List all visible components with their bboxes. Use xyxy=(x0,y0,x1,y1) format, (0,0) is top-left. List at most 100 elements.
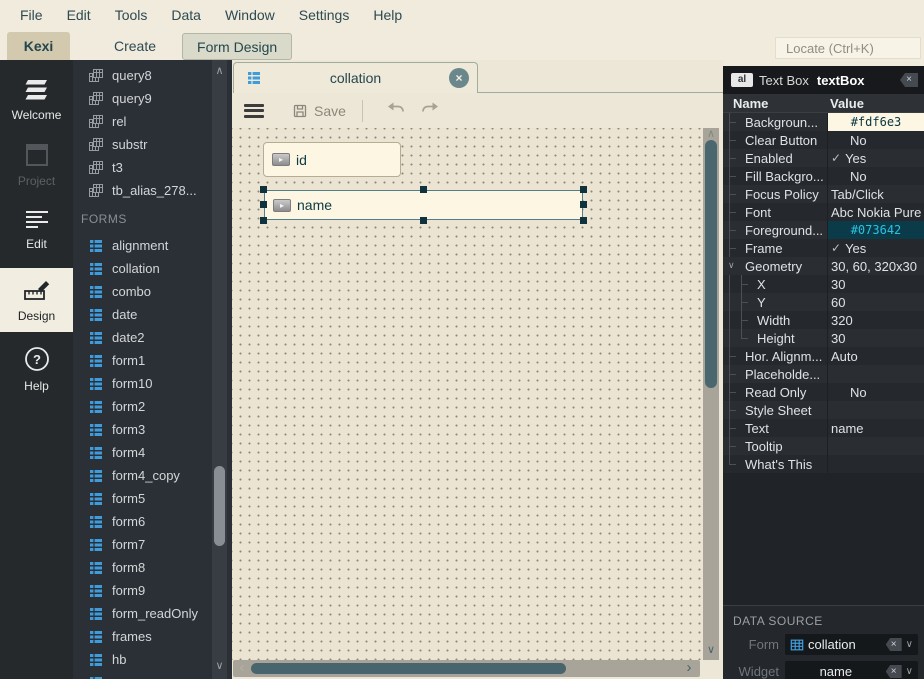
chevron-down-icon[interactable] xyxy=(906,666,915,677)
navigator-item-form[interactable]: date2 xyxy=(73,326,232,349)
property-row[interactable]: Height 30 xyxy=(723,329,924,347)
property-row[interactable]: Read Only No xyxy=(723,383,924,401)
property-value[interactable]: No xyxy=(827,167,924,185)
property-value[interactable]: #073642 xyxy=(827,221,924,239)
navigator-item-form[interactable]: alignment xyxy=(73,234,232,257)
chevron-down-icon[interactable] xyxy=(906,639,915,650)
locate-input[interactable] xyxy=(775,37,921,59)
property-row[interactable]: Width 320 xyxy=(723,311,924,329)
navigator-item-form[interactable] xyxy=(73,671,232,679)
navigator-item-form[interactable]: combo xyxy=(73,280,232,303)
property-row[interactable]: Backgroun... #fdf6e3 xyxy=(723,113,924,131)
rail-item-edit[interactable]: Edit xyxy=(0,203,73,258)
menu-item[interactable]: Tools xyxy=(103,2,160,28)
widget-datasource-combo[interactable]: name xyxy=(785,661,918,679)
property-row[interactable]: Frame Yes xyxy=(723,239,924,257)
property-value[interactable]: Tab/Click xyxy=(827,185,924,203)
property-row[interactable]: Clear Button No xyxy=(723,131,924,149)
scroll-up-icon[interactable] xyxy=(703,128,719,140)
scroll-left-icon[interactable] xyxy=(235,660,249,677)
redo-icon[interactable] xyxy=(413,101,449,121)
property-value[interactable]: 30, 60, 320x30 xyxy=(827,257,924,275)
navigator-item-form[interactable]: form4_copy xyxy=(73,464,232,487)
object-name-input[interactable]: textBox xyxy=(817,73,900,88)
navigator-item-form[interactable]: frames xyxy=(73,625,232,648)
navigator-item-query[interactable]: rel xyxy=(73,110,232,133)
canvas-horizontal-scrollbar[interactable] xyxy=(233,660,700,677)
menu-hamburger-icon[interactable] xyxy=(244,104,264,118)
property-row[interactable]: Style Sheet xyxy=(723,401,924,419)
property-value[interactable]: Auto xyxy=(827,347,924,365)
property-value[interactable]: 30 xyxy=(827,329,924,347)
navigator-item-form[interactable]: form8 xyxy=(73,556,232,579)
navigator-item-form[interactable]: form9 xyxy=(73,579,232,602)
navigator-item-query[interactable]: tb_alias_278... xyxy=(73,179,232,202)
navigator-item-form[interactable]: form7 xyxy=(73,533,232,556)
navigator-item-form[interactable]: form2 xyxy=(73,395,232,418)
property-row[interactable]: Y 60 xyxy=(723,293,924,311)
rail-item-help[interactable]: ? Help xyxy=(0,342,73,397)
navigator-item-form[interactable]: form_readOnly xyxy=(73,602,232,625)
scroll-right-icon[interactable] xyxy=(682,660,696,677)
navigator-item-query[interactable]: query9 xyxy=(73,87,232,110)
property-row[interactable]: Focus Policy Tab/Click xyxy=(723,185,924,203)
property-row[interactable]: Fill Backgro... No xyxy=(723,167,924,185)
clear-icon[interactable] xyxy=(886,665,902,678)
textbox-widget-name-selected[interactable]: name xyxy=(264,190,583,220)
property-value[interactable]: 60 xyxy=(827,293,924,311)
resize-handle[interactable] xyxy=(420,186,427,193)
navigator-item-form[interactable]: form3 xyxy=(73,418,232,441)
navigator-item-form[interactable]: form4 xyxy=(73,441,232,464)
menu-item[interactable]: Help xyxy=(361,2,414,28)
resize-handle[interactable] xyxy=(420,217,427,224)
property-value[interactable]: #fdf6e3 xyxy=(827,113,924,131)
navigator-item-form[interactable]: date xyxy=(73,303,232,326)
property-row[interactable]: Tooltip xyxy=(723,437,924,455)
resize-handle[interactable] xyxy=(260,201,267,208)
resize-handle[interactable] xyxy=(580,186,587,193)
form-design-canvas[interactable]: id name xyxy=(232,128,703,660)
tab-create[interactable]: Create xyxy=(90,32,180,60)
property-value[interactable]: 320 xyxy=(827,311,924,329)
undo-icon[interactable] xyxy=(377,101,413,121)
tab-kexi[interactable]: Kexi xyxy=(7,32,70,60)
navigator-item-query[interactable]: t3 xyxy=(73,156,232,179)
property-row[interactable]: Geometry 30, 60, 320x30 xyxy=(723,257,924,275)
canvas-vertical-scrollbar[interactable] xyxy=(703,128,719,660)
property-value[interactable] xyxy=(827,365,924,383)
property-value[interactable] xyxy=(827,437,924,455)
navigator-item-form[interactable]: form10 xyxy=(73,372,232,395)
navigator-item-form[interactable]: hb xyxy=(73,648,232,671)
scroll-down-icon[interactable] xyxy=(703,644,719,656)
horizontal-scrollbar-thumb[interactable] xyxy=(251,663,566,674)
scroll-down-icon[interactable] xyxy=(212,659,227,673)
property-value[interactable]: No xyxy=(827,131,924,149)
property-value[interactable]: No xyxy=(827,383,924,401)
rail-item-welcome[interactable]: Welcome xyxy=(0,73,73,128)
property-row[interactable]: Enabled Yes xyxy=(723,149,924,167)
resize-handle[interactable] xyxy=(580,201,587,208)
property-value[interactable]: Yes xyxy=(827,149,924,167)
textbox-widget-id[interactable]: id xyxy=(263,142,401,177)
property-row[interactable]: Placeholde... xyxy=(723,365,924,383)
document-tab-collation[interactable]: collation xyxy=(233,62,478,93)
navigator-item-form[interactable]: collation xyxy=(73,257,232,280)
menu-item[interactable]: Settings xyxy=(287,2,362,28)
close-icon[interactable] xyxy=(449,68,469,88)
navigator-scrollbar-thumb[interactable] xyxy=(214,466,225,546)
resize-handle[interactable] xyxy=(260,217,267,224)
navigator-item-form[interactable]: form5 xyxy=(73,487,232,510)
property-row[interactable]: Text name xyxy=(723,419,924,437)
vertical-scrollbar-thumb[interactable] xyxy=(705,140,717,388)
navigator-scrollbar[interactable] xyxy=(212,60,227,679)
property-row[interactable]: Hor. Alignm... Auto xyxy=(723,347,924,365)
clear-icon[interactable] xyxy=(886,638,902,651)
property-row[interactable]: Font Abc Nokia Pure Tex xyxy=(723,203,924,221)
property-value[interactable]: name xyxy=(827,419,924,437)
tab-form-design[interactable]: Form Design xyxy=(182,33,292,60)
menu-item[interactable]: Window xyxy=(213,2,287,28)
property-row[interactable]: X 30 xyxy=(723,275,924,293)
navigator-item-form[interactable]: form1 xyxy=(73,349,232,372)
save-button[interactable]: Save xyxy=(292,103,346,119)
property-row[interactable]: What's This xyxy=(723,455,924,473)
